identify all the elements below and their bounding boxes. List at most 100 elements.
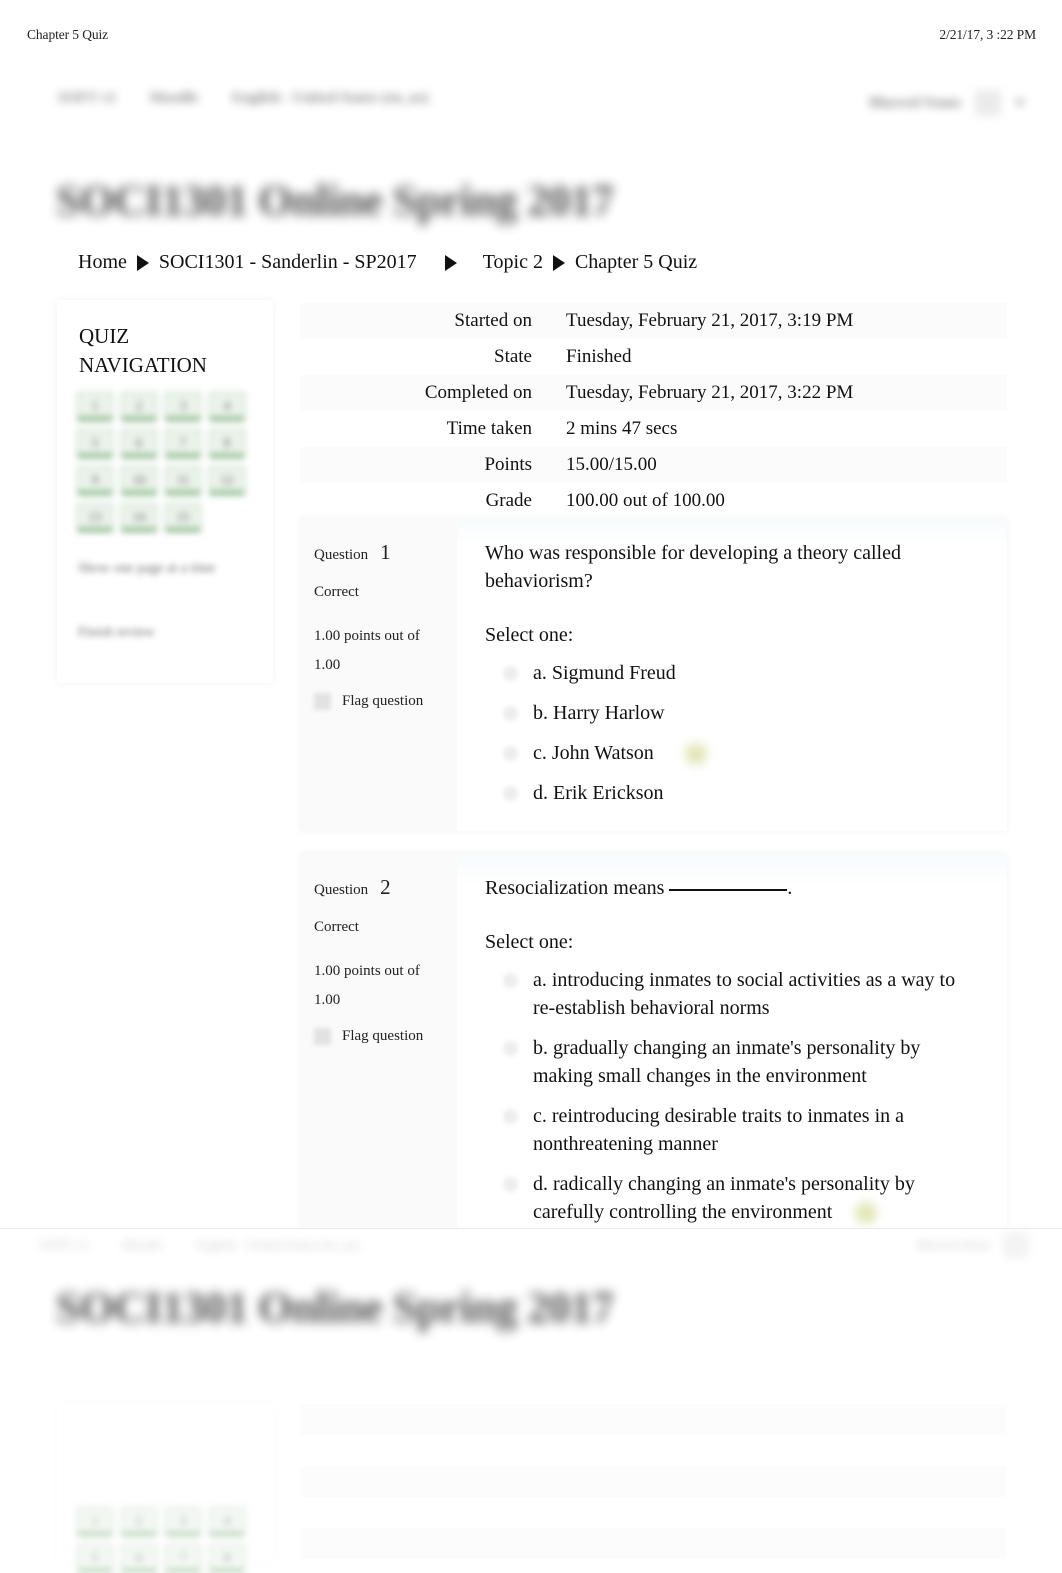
navbar-user-name[interactable]: Blurred Name <box>869 95 961 112</box>
summary-value: Tuesday, February 21, 2017, 3:19 PM <box>566 310 854 331</box>
answer-option[interactable]: d. radically changing an inmate's person… <box>503 1170 983 1226</box>
answer-list: a. introducing inmates to social activit… <box>485 966 983 1226</box>
print-timestamp: 2/21/17, 3 :22 PM <box>939 27 1036 42</box>
page-break-ghost-navbar: SOFT v2 Moodle English - United States (… <box>40 1232 1045 1258</box>
summary-label: Grade <box>485 490 532 511</box>
radio-button-icon[interactable] <box>503 1109 518 1124</box>
navbar-item-theme[interactable]: SOFT v2 <box>58 90 116 107</box>
quiz-nav-question-10[interactable]: 10 <box>121 466 157 495</box>
correct-answer-marker-icon <box>685 743 707 765</box>
answer-option[interactable]: a. Sigmund Freud <box>503 659 983 687</box>
ghost-navbar-item-moodle: Moodle <box>121 1237 163 1252</box>
show-one-page-link[interactable]: Show one page at a time <box>78 558 264 579</box>
summary-label: Time taken <box>446 418 532 439</box>
flag-question-control[interactable]: Flag question <box>314 693 443 710</box>
quiz-navigation-title: QUIZ NAVIGATION <box>79 324 207 377</box>
navbar-item-language[interactable]: English - United States (en_us) <box>232 90 429 107</box>
question-number-label: Question 1 <box>314 540 443 565</box>
answer-text: c. reintroducing desirable traits to inm… <box>533 1105 904 1155</box>
finish-review-link[interactable]: Finish review <box>78 622 264 643</box>
attempt-summary-table: Started on Tuesday, February 21, 2017, 3:… <box>300 303 1007 519</box>
breadcrumb-item-topic[interactable]: Topic 2 <box>483 251 543 274</box>
quiz-nav-question-9[interactable]: 9 <box>77 466 113 495</box>
quiz-nav-question-11[interactable]: 11 <box>165 466 201 495</box>
quiz-nav-question-12[interactable]: 12 <box>209 466 245 495</box>
quiz-nav-question-6[interactable]: 6 <box>121 1544 157 1573</box>
course-title-page2: SOCI1301 Online Spring 2017 <box>56 1283 614 1332</box>
select-one-label: Select one: <box>485 624 574 646</box>
quiz-nav-question-14[interactable]: 14 <box>121 503 157 532</box>
question-body: Resocialization means . Select one: a. i… <box>457 853 1007 1228</box>
radio-button-icon[interactable] <box>503 746 518 761</box>
question-state: Correct <box>314 584 359 600</box>
question-state: Correct <box>314 919 359 935</box>
answer-text: d. Erik Erickson <box>533 782 664 804</box>
quiz-nav-question-1[interactable]: 1 <box>77 1507 113 1536</box>
navbar-right-group: Blurred Name <box>869 90 1025 116</box>
radio-button-icon[interactable] <box>503 973 518 988</box>
answer-option[interactable]: a. introducing inmates to social activit… <box>503 966 983 1022</box>
radio-button-icon[interactable] <box>503 1041 518 1056</box>
summary-row: Time taken 2 mins 47 secs <box>300 411 1007 447</box>
summary-row: Started on Tuesday, February 21, 2017, 3:… <box>300 303 1007 339</box>
ghost-navbar-item-theme: SOFT v2 <box>40 1237 88 1252</box>
quiz-nav-question-3[interactable]: 3 <box>165 392 201 421</box>
radio-button-icon[interactable] <box>503 706 518 721</box>
question-info-panel: Question 1 Correct 1.00 points out of 1.0… <box>300 518 457 831</box>
quiz-nav-question-2[interactable]: 2 <box>121 392 157 421</box>
quiz-nav-question-15[interactable]: 15 <box>165 503 201 532</box>
question-label-text: Question <box>314 547 369 563</box>
answer-option[interactable]: c. John Watson <box>503 739 983 767</box>
answer-option[interactable]: b. gradually changing an inmate's person… <box>503 1034 983 1090</box>
ghost-navbar-item-language: English - United States (en_us) <box>196 1237 359 1252</box>
quiz-nav-question-6[interactable]: 6 <box>121 429 157 458</box>
quiz-nav-question-13[interactable]: 13 <box>77 503 113 532</box>
breadcrumb: Home SOCI1301 - Sanderlin - SP2017 Topic… <box>78 251 697 274</box>
avatar-icon <box>1003 1232 1029 1258</box>
triangle-right-icon <box>136 254 149 271</box>
question-info-panel: Question 2 Correct 1.00 points out of 1.0… <box>300 853 457 1228</box>
breadcrumb-item-quiz: Chapter 5 Quiz <box>574 251 698 273</box>
question-label-text: Question <box>314 882 369 898</box>
quiz-nav-question-3[interactable]: 3 <box>165 1507 201 1536</box>
question-text: Resocialization means . <box>485 874 983 902</box>
breadcrumb-item-home[interactable]: Home <box>78 251 127 274</box>
answer-option[interactable]: b. Harry Harlow <box>503 699 983 727</box>
answer-option[interactable]: d. Erik Erickson <box>503 779 983 807</box>
flag-question-control[interactable]: Flag question <box>314 1028 443 1045</box>
quiz-nav-question-2[interactable]: 2 <box>121 1507 157 1536</box>
breadcrumb-item-course[interactable]: SOCI1301 - Sanderlin - SP2017 <box>159 251 417 274</box>
triangle-right-icon <box>444 254 457 271</box>
quiz-nav-question-4[interactable]: 4 <box>209 1507 245 1536</box>
summary-row-ghost <box>300 1435 1007 1466</box>
quiz-nav-question-7[interactable]: 7 <box>165 1544 201 1573</box>
summary-row-ghost <box>300 1404 1007 1435</box>
select-one-label: Select one: <box>485 931 574 953</box>
radio-button-icon[interactable] <box>503 786 518 801</box>
quiz-nav-question-8[interactable]: 8 <box>209 1544 245 1573</box>
quiz-navigation-panel-page2: 1234 5678 <box>57 1404 273 1573</box>
quiz-nav-question-4[interactable]: 4 <box>209 392 245 421</box>
summary-label: Points <box>484 454 532 475</box>
quiz-navigation-grid-page2: 1234 5678 <box>77 1507 255 1573</box>
answer-text: a. introducing inmates to social activit… <box>533 969 956 1019</box>
quiz-nav-question-7[interactable]: 7 <box>165 429 201 458</box>
question-text-suffix: . <box>787 877 793 899</box>
quiz-nav-question-5[interactable]: 5 <box>77 429 113 458</box>
question-block: Question 2 Correct 1.00 points out of 1.0… <box>300 853 1007 1228</box>
chevron-down-icon[interactable] <box>1015 100 1025 106</box>
summary-row: Points 15.00/15.00 <box>300 447 1007 483</box>
summary-row-ghost <box>300 1497 1007 1528</box>
quiz-navigation-grid: 1 2 3 4 5 6 7 8 9 10 11 12 13 14 15 <box>77 392 255 532</box>
navbar-left-group: SOFT v2 Moodle English - United States (… <box>58 90 429 107</box>
answer-option[interactable]: c. reintroducing desirable traits to inm… <box>503 1102 983 1158</box>
moodle-navbar: SOFT v2 Moodle English - United States (… <box>40 82 1045 128</box>
quiz-nav-question-8[interactable]: 8 <box>209 429 245 458</box>
quiz-nav-question-5[interactable]: 5 <box>77 1544 113 1573</box>
navbar-item-moodle[interactable]: Moodle <box>150 90 198 107</box>
quiz-nav-question-1[interactable]: 1 <box>77 392 113 421</box>
radio-button-icon[interactable] <box>503 666 518 681</box>
radio-button-icon[interactable] <box>503 1177 518 1192</box>
question-number: 1 <box>380 540 391 564</box>
page-break: SOFT v2 Moodle English - United States (… <box>0 1228 1062 1264</box>
